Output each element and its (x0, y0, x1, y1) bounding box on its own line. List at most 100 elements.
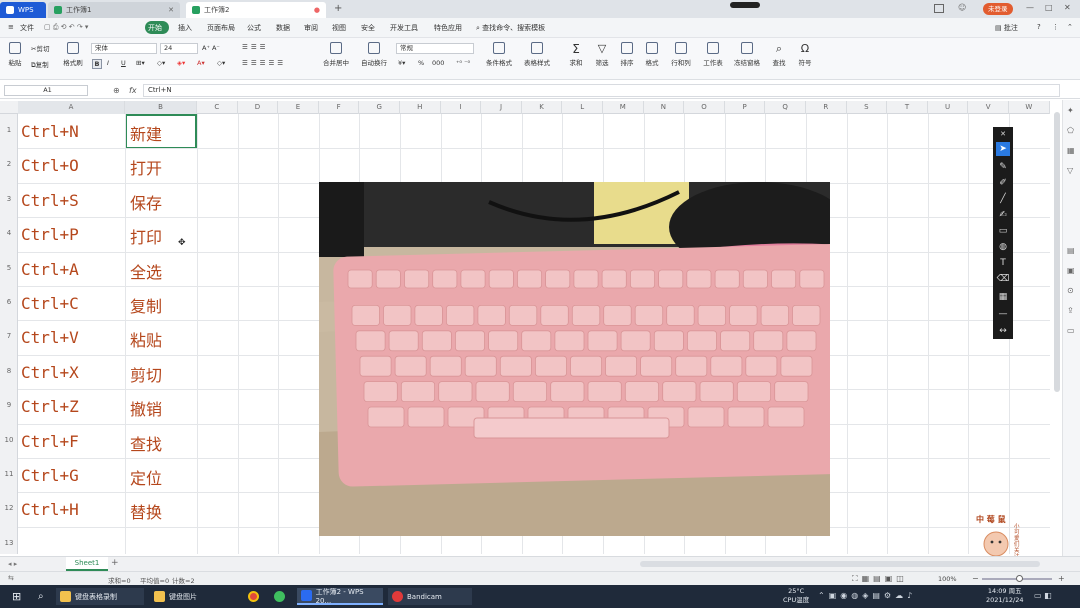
row-number[interactable]: 4 (0, 229, 18, 237)
clear-format-icon[interactable]: ◇▾ (217, 59, 225, 67)
table-icon[interactable]: ▦ (1067, 146, 1075, 155)
pencil-icon[interactable]: ✎ (996, 160, 1010, 174)
menu-item[interactable]: 数据 (276, 23, 290, 33)
new-tab-button[interactable]: + (334, 3, 342, 14)
name-box[interactable]: A1 (4, 85, 88, 96)
freeze-panes-button[interactable]: 冻结窗格 (730, 42, 764, 67)
cell-shortcut[interactable]: Ctrl+X (21, 363, 79, 382)
cell-shortcut[interactable]: Ctrl+Z (21, 397, 79, 416)
zoom-formula-icon[interactable]: ⊕ (113, 86, 120, 95)
column-header-cell[interactable]: O (684, 101, 725, 114)
bucket-icon[interactable]: ◈▾ (177, 59, 185, 67)
add-sheet-button[interactable]: + (111, 558, 119, 568)
cell-shortcut[interactable]: Ctrl+O (21, 156, 79, 175)
sum-button[interactable]: Σ 求和 (566, 42, 586, 67)
zoom-level[interactable]: 100% (938, 575, 957, 583)
cell-action[interactable]: 撤销 (130, 396, 162, 420)
menu-item[interactable]: 公式 (247, 23, 261, 33)
currency-button[interactable]: ¥▾ (398, 59, 405, 67)
decimal-icons[interactable]: ⁺⁰ ⁻⁰ (456, 59, 470, 67)
bold-button[interactable]: B (92, 59, 102, 69)
cell-shortcut[interactable]: Ctrl+P (21, 225, 79, 244)
marker-icon[interactable]: ✐ (996, 176, 1010, 190)
italic-button[interactable]: I (107, 59, 109, 67)
rectangle-icon[interactable]: ▭ (996, 224, 1010, 238)
cell-action[interactable]: 粘贴 (130, 327, 162, 351)
cut-button[interactable]: ✂剪切 (31, 43, 49, 53)
column-header-cell[interactable]: B (125, 101, 197, 114)
column-header-cell[interactable]: P (725, 101, 766, 114)
menu-item[interactable]: 特色应用 (434, 23, 462, 33)
cell-action[interactable]: 全选 (130, 259, 162, 283)
column-header-cell[interactable]: S (847, 101, 888, 114)
symbol-button[interactable]: Ω 符号 (794, 42, 816, 67)
wechat-icon[interactable] (270, 588, 293, 605)
view-mode-icons[interactable]: ⛶▦▤▣◫ (852, 574, 908, 584)
line-width-icon[interactable]: — (996, 307, 1010, 321)
cell-shortcut[interactable]: Ctrl+N (21, 122, 79, 141)
row-number[interactable]: 1 (0, 126, 18, 134)
border-icon[interactable]: ⊞▾ (136, 59, 145, 67)
cell-action[interactable]: 替换 (130, 499, 162, 523)
align-left-icons[interactable]: ☰☰☰☰☰ (242, 59, 286, 67)
comment-button[interactable]: ▤ 批注 (995, 23, 1018, 33)
table-style-button[interactable]: 表格样式 (520, 42, 554, 67)
taskbar-app-folder2[interactable]: 键盘图片 (150, 588, 238, 605)
cell-action[interactable]: 查找 (130, 431, 162, 455)
menu-item[interactable]: 插入 (178, 23, 192, 33)
column-header-cell[interactable]: T (887, 101, 928, 114)
search-icon[interactable]: ⌕ (34, 588, 48, 605)
column-header-cell[interactable]: R (806, 101, 847, 114)
cursor-icon[interactable]: ➤ (996, 142, 1010, 156)
image-icon[interactable]: ▣ (1067, 266, 1075, 275)
underline-button[interactable]: U (121, 59, 126, 67)
gear-icon[interactable]: ✦ (1067, 106, 1074, 115)
column-header-cell[interactable]: M (603, 101, 644, 114)
fill-icon[interactable]: ◍ (996, 240, 1010, 254)
zoom-in-icon[interactable]: + (1058, 574, 1065, 583)
horizontal-scrollbar[interactable] (640, 561, 1040, 567)
copy-button[interactable]: ⧉复制 (31, 59, 49, 70)
column-header-cell[interactable]: L (562, 101, 603, 114)
cell-action[interactable]: 定位 (130, 465, 162, 489)
column-header-cell[interactable]: C (197, 101, 238, 114)
tab-wps-home[interactable]: WPS (0, 2, 46, 18)
row-number[interactable]: 6 (0, 298, 18, 306)
checker-icon[interactable]: ▦ (996, 290, 1010, 304)
column-header-cell[interactable]: E (278, 101, 319, 114)
column-header-cell[interactable]: J (481, 101, 522, 114)
text-icon[interactable]: T (996, 256, 1010, 270)
fill-color-icon[interactable]: ◇▾ (157, 59, 165, 67)
row-number[interactable]: 9 (0, 401, 18, 409)
taskbar-app-wps[interactable]: 工作簿2 - WPS 20... (297, 588, 383, 605)
start-icon[interactable]: ⊞ (8, 588, 25, 605)
zoom-out-icon[interactable]: − (972, 574, 979, 583)
brush-icon[interactable]: ✍ (996, 208, 1010, 222)
quick-access-icons[interactable]: ▢ ⎙ ⟲ ↶ ↷ ▾ (44, 23, 88, 32)
clock[interactable]: 14:09 周五 2021/12/24 (986, 587, 1023, 605)
close-icon[interactable]: ✕ (168, 6, 174, 14)
font-grow-icon[interactable]: A⁺ A⁻ (202, 44, 220, 52)
column-header-cell[interactable]: N (644, 101, 685, 114)
row-number[interactable]: 13 (0, 539, 18, 547)
font-color-icon[interactable]: A▾ (197, 59, 205, 67)
nav-arrows-icon[interactable]: ◂ ▸ (8, 560, 17, 568)
maximize-button[interactable]: □ (1045, 3, 1053, 12)
fx-icon[interactable]: fx (129, 86, 137, 95)
system-tray-icons[interactable]: ⌃▣◉◍◈▤⚙☁♪ (818, 591, 916, 600)
help-button[interactable]: ? (1037, 23, 1041, 31)
format-button[interactable]: 格式 (642, 42, 662, 67)
search-command[interactable]: ⌕ 查找命令、搜索模板 (476, 23, 545, 33)
cell-action[interactable]: 复制 (130, 293, 162, 317)
sheet-tab-sheet1[interactable]: Sheet1 (66, 557, 108, 571)
chart-icon[interactable]: ▤ (1067, 246, 1075, 255)
login-button[interactable]: 未登录 (983, 3, 1013, 15)
formula-input[interactable]: Ctrl+N (143, 84, 1060, 97)
taskbar-app-bandicam[interactable]: Bandicam (388, 588, 472, 605)
column-header-cell[interactable]: D (238, 101, 279, 114)
expand-icon[interactable]: ↔ (996, 324, 1010, 338)
column-header-cell[interactable]: Q (765, 101, 806, 114)
cloud-icon[interactable]: ⊙ (1067, 286, 1074, 295)
row-number[interactable]: 5 (0, 264, 18, 272)
thousands-button[interactable]: 000 (432, 59, 444, 67)
